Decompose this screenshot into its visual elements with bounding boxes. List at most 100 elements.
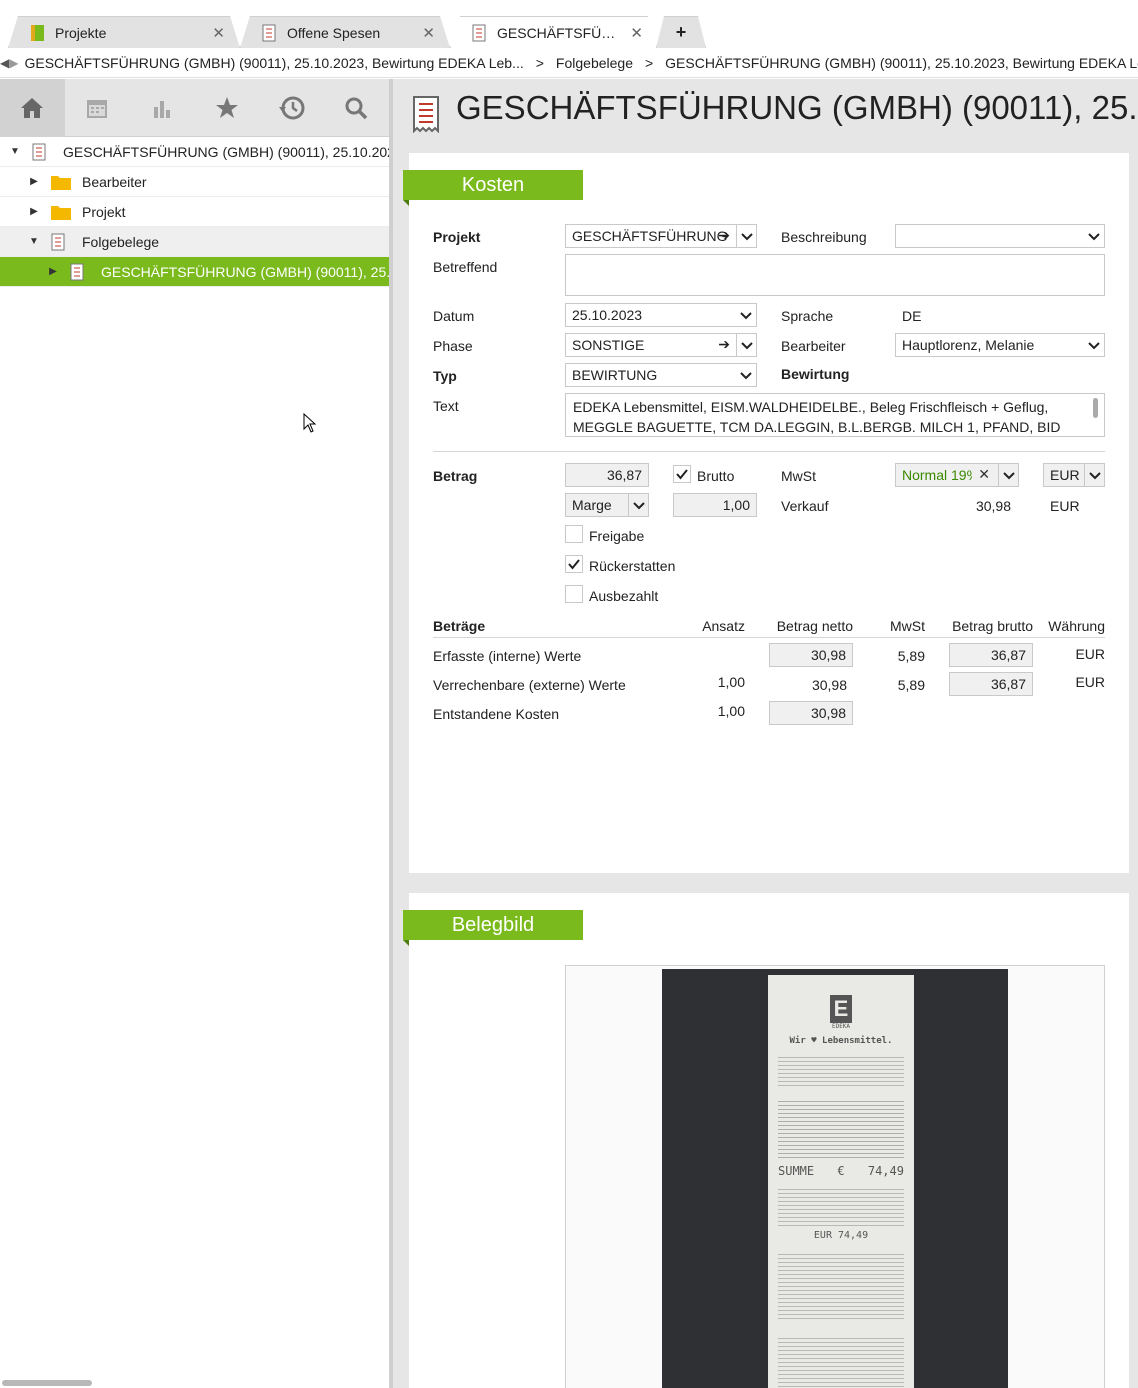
table-header: MwSt xyxy=(890,618,925,634)
chevron-down-icon[interactable] xyxy=(736,364,756,386)
phase-select[interactable]: SONSTIGE ➔ xyxy=(565,333,757,357)
netto-field[interactable]: 30,98 xyxy=(769,643,853,667)
receipt-slogan: Wir ♥ Lebensmittel. xyxy=(789,1036,893,1046)
bearbeiter-select[interactable]: Hauptlorenz, Melanie xyxy=(895,333,1105,357)
close-icon[interactable]: ✕ xyxy=(630,24,643,42)
tree-item-folgebelege[interactable]: ▼ Folgebelege xyxy=(0,227,389,257)
statistics-button[interactable] xyxy=(130,79,195,137)
tree-item-projekt[interactable]: ▶ Projekt xyxy=(0,197,389,227)
chevron-down-icon[interactable] xyxy=(628,494,648,516)
tab-projekte[interactable]: Projekte ✕ xyxy=(8,16,240,48)
freigabe-checkbox[interactable] xyxy=(565,525,583,543)
tree-item-label: Bearbeiter xyxy=(82,173,147,190)
edeka-logo: E xyxy=(830,995,852,1023)
beschreibung-label: Beschreibung xyxy=(781,229,867,245)
typ-value: BEWIRTUNG xyxy=(572,367,658,383)
receipt-header-lines xyxy=(778,1054,904,1088)
search-button[interactable] xyxy=(324,79,389,137)
currency-select[interactable]: EUR xyxy=(1043,463,1105,487)
calendar-icon xyxy=(87,100,108,118)
beschreibung-select[interactable] xyxy=(895,224,1105,248)
expand-arrow-icon[interactable]: ▶ xyxy=(46,265,60,279)
close-icon[interactable]: ✕ xyxy=(422,24,435,42)
back-arrow-icon[interactable]: ◀ xyxy=(0,56,9,70)
betreffend-input[interactable] xyxy=(565,254,1105,296)
receipt-icon xyxy=(413,96,439,133)
table-header: Beträge xyxy=(433,618,486,634)
mwst-value: Normal 19% xyxy=(902,467,972,483)
divider xyxy=(433,637,1105,638)
ausbezahlt-label: Ausbezahlt xyxy=(589,588,659,604)
tree-item-bearbeiter[interactable]: ▶ Bearbeiter xyxy=(0,167,389,197)
receipt-total-currency: € xyxy=(837,1164,845,1178)
tree-item-label: GESCHÄFTSFÜHRUNG (GMBH) (90011), 25.10. xyxy=(101,263,389,280)
brutto-field[interactable]: 36,87 xyxy=(949,643,1033,667)
verkauf-label: Verkauf xyxy=(781,498,829,514)
datum-field[interactable]: 25.10.2023 xyxy=(565,303,757,327)
collapse-arrow-icon[interactable]: ▼ xyxy=(27,235,41,249)
home-button[interactable] xyxy=(0,79,65,137)
brutto-field[interactable]: 36,87 xyxy=(949,672,1033,696)
marge-factor-input[interactable]: 1,00 xyxy=(673,493,757,517)
history-button[interactable] xyxy=(259,79,324,137)
projekt-value: GESCHÄFTSFÜHRUNG xyxy=(572,228,728,244)
arrow-right-icon[interactable]: ➔ xyxy=(718,336,730,353)
clear-icon[interactable]: ✕ xyxy=(978,466,990,483)
favorites-button[interactable] xyxy=(194,79,259,137)
tab-geschaeftsfuehrung[interactable]: GESCHÄFTSFÜHR... ✕ xyxy=(450,16,658,48)
currency-value: EUR xyxy=(1050,467,1080,483)
chevron-down-icon[interactable] xyxy=(1084,464,1104,486)
tree-item-selected-document[interactable]: ▶ GESCHÄFTSFÜHRUNG (GMBH) (90011), 25.10… xyxy=(0,257,389,287)
arrow-right-icon[interactable]: ➔ xyxy=(718,227,730,244)
breadcrumb-item[interactable]: GESCHÄFTSFÜHRUNG (GMBH) (90011), 25.10.2… xyxy=(659,55,1138,71)
receipt-paper: E EDEKA Wir ♥ Lebensmittel. SUMME € 74,4… xyxy=(768,975,914,1388)
rueckerstatten-checkbox[interactable] xyxy=(565,555,583,573)
breadcrumb-item[interactable]: GESCHÄFTSFÜHRUNG (GMBH) (90011), 25.10.2… xyxy=(18,55,529,71)
chevron-down-icon[interactable] xyxy=(1084,225,1104,247)
breadcrumb-separator: > xyxy=(535,54,544,71)
chevron-down-icon[interactable] xyxy=(998,464,1018,486)
text-area[interactable]: EDEKA Lebensmittel, EISM.WALDHEIDELBE., … xyxy=(565,393,1105,437)
tree-item-label: Folgebelege xyxy=(82,233,160,250)
expand-arrow-icon[interactable]: ▶ xyxy=(27,175,41,189)
text-label: Text xyxy=(433,398,459,414)
folder-icon xyxy=(51,203,71,221)
add-tab-button[interactable]: + xyxy=(656,16,706,48)
table-row-label: Entstandene Kosten xyxy=(433,706,560,722)
projekt-select[interactable]: GESCHÄFTSFÜHRUNG ➔ xyxy=(565,224,757,248)
typ-select[interactable]: BEWIRTUNG xyxy=(565,363,757,387)
forward-arrow-icon[interactable]: ▶ xyxy=(9,56,18,70)
ausbezahlt-checkbox[interactable] xyxy=(565,585,583,603)
tab-label: Offene Spesen xyxy=(287,24,381,41)
marge-value: Marge xyxy=(572,497,612,513)
ansatz-cell: 1,00 xyxy=(717,674,745,690)
typ-label: Typ xyxy=(433,368,457,384)
expand-arrow-icon[interactable]: ▶ xyxy=(27,205,41,219)
tab-label: Projekte xyxy=(55,24,107,41)
receipt-item-lines xyxy=(778,1098,904,1158)
belegbild-card: Belegbild E EDEKA Wir ♥ Lebensmittel. SU… xyxy=(403,893,1129,1388)
brutto-checkbox[interactable] xyxy=(673,465,691,483)
chevron-down-icon[interactable] xyxy=(1084,334,1104,356)
netto-cell: 30,98 xyxy=(811,677,847,693)
chevron-down-icon[interactable] xyxy=(736,334,756,356)
table-row-label: Verrechenbare (externe) Werte xyxy=(433,677,626,693)
chevron-down-icon[interactable] xyxy=(736,304,756,326)
tree-item-root[interactable]: ▼ GESCHÄFTSFÜHRUNG (GMBH) (90011), 25.10… xyxy=(0,137,389,167)
marge-select[interactable]: Marge xyxy=(565,493,649,517)
freigabe-label: Freigabe xyxy=(589,528,645,544)
tab-offene-spesen[interactable]: Offene Spesen ✕ xyxy=(240,16,450,48)
collapse-arrow-icon[interactable]: ▼ xyxy=(8,145,22,159)
receipt-icon xyxy=(261,24,277,42)
betrag-input[interactable]: 36,87 xyxy=(565,463,649,487)
breadcrumb-item[interactable]: Folgebelege xyxy=(550,55,639,71)
close-icon[interactable]: ✕ xyxy=(212,24,225,42)
chevron-down-icon[interactable] xyxy=(736,225,756,247)
mwst-select[interactable]: Normal 19% ✕ xyxy=(895,463,1019,487)
horizontal-scrollbar[interactable] xyxy=(2,1380,92,1386)
vertical-scrollbar[interactable] xyxy=(1093,398,1098,418)
sprache-label: Sprache xyxy=(781,308,834,324)
notebook-icon xyxy=(29,24,45,42)
calendar-button[interactable] xyxy=(65,79,130,137)
netto-field[interactable]: 30,98 xyxy=(769,701,853,725)
